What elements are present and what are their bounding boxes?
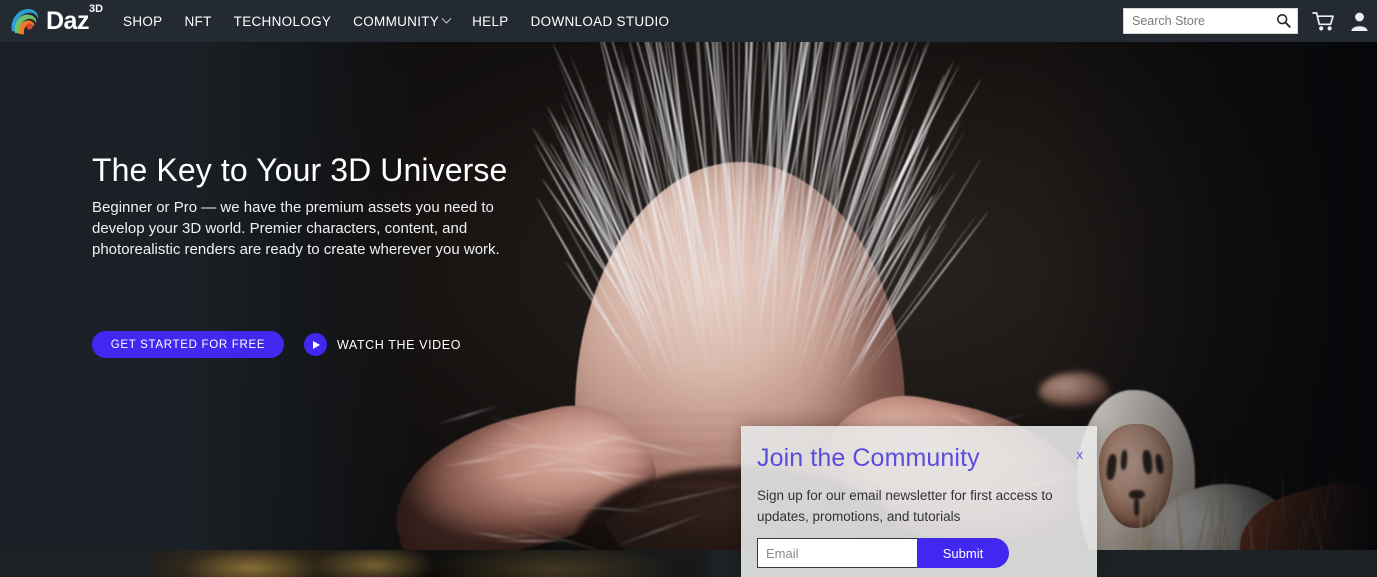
nav-item-help-label: HELP — [472, 14, 508, 29]
email-field[interactable] — [757, 538, 919, 568]
next-section-strip — [0, 550, 1377, 577]
search-input[interactable] — [1124, 9, 1272, 33]
hero-title: The Key to Your 3D Universe — [92, 152, 562, 189]
logo-wordmark: Daz3D — [46, 9, 103, 34]
creature-forehead-wrinkle — [588, 412, 878, 419]
daz-swirl-logo-icon — [8, 5, 42, 37]
nav-item-download-studio-label: DOWNLOAD STUDIO — [531, 14, 670, 29]
logo-superscript: 3D — [89, 3, 103, 15]
nav-item-technology[interactable]: TECHNOLOGY — [234, 14, 332, 29]
nav-item-shop-label: SHOP — [123, 14, 162, 29]
newsletter-modal-body: Sign up for our email newsletter for fir… — [757, 486, 1067, 528]
nav-item-nft[interactable]: NFT — [185, 14, 212, 29]
get-started-button[interactable]: GET STARTED FOR FREE — [92, 331, 284, 358]
creature-hair — [540, 42, 960, 422]
nav-item-community-label: COMMUNITY — [353, 14, 439, 29]
primary-nav-links: SHOP NFT TECHNOLOGY COMMUNITY HELP DOWNL… — [123, 14, 669, 29]
hero-banner: The Key to Your 3D Universe Beginner or … — [0, 42, 1377, 550]
watch-video-button[interactable]: WATCH THE VIDEO — [304, 333, 461, 356]
hero-actions: GET STARTED FOR FREE WATCH THE VIDEO — [92, 331, 461, 358]
logo-word-text: Daz — [46, 7, 89, 35]
nav-item-community[interactable]: COMMUNITY — [353, 14, 450, 29]
newsletter-modal: Join the Community x Sign up for our ema… — [741, 426, 1097, 577]
submit-button[interactable]: Submit — [917, 538, 1009, 568]
chevron-down-icon — [442, 13, 452, 23]
hero-left-gradient — [0, 42, 420, 550]
user-account-icon[interactable] — [1350, 11, 1369, 32]
nav-item-download-studio[interactable]: DOWNLOAD STUDIO — [531, 14, 670, 29]
nav-utility-group — [1123, 0, 1369, 42]
next-section-artwork — [150, 550, 710, 577]
site-logo[interactable]: Daz3D — [8, 0, 103, 42]
close-icon[interactable]: x — [1077, 447, 1084, 462]
hero-subtitle: Beginner or Pro — we have the premium as… — [92, 197, 547, 261]
search-icon[interactable] — [1276, 13, 1291, 33]
newsletter-signup-form: Submit — [757, 538, 1009, 568]
play-triangle — [313, 341, 320, 349]
hero-copy-block: The Key to Your 3D Universe Beginner or … — [92, 152, 562, 261]
play-icon[interactable] — [304, 333, 327, 356]
daz3d-homepage: Daz3D SHOP NFT TECHNOLOGY COMMUNITY HELP… — [0, 0, 1377, 577]
newsletter-modal-title: Join the Community — [757, 444, 980, 473]
shopping-cart-icon[interactable] — [1312, 11, 1336, 32]
nav-item-technology-label: TECHNOLOGY — [234, 14, 332, 29]
nav-item-help[interactable]: HELP — [472, 14, 508, 29]
top-navigation-bar: Daz3D SHOP NFT TECHNOLOGY COMMUNITY HELP… — [0, 0, 1377, 42]
nav-item-shop[interactable]: SHOP — [123, 14, 162, 29]
watch-video-label: WATCH THE VIDEO — [337, 338, 461, 352]
nav-item-nft-label: NFT — [185, 14, 212, 29]
search-box[interactable] — [1123, 8, 1298, 34]
